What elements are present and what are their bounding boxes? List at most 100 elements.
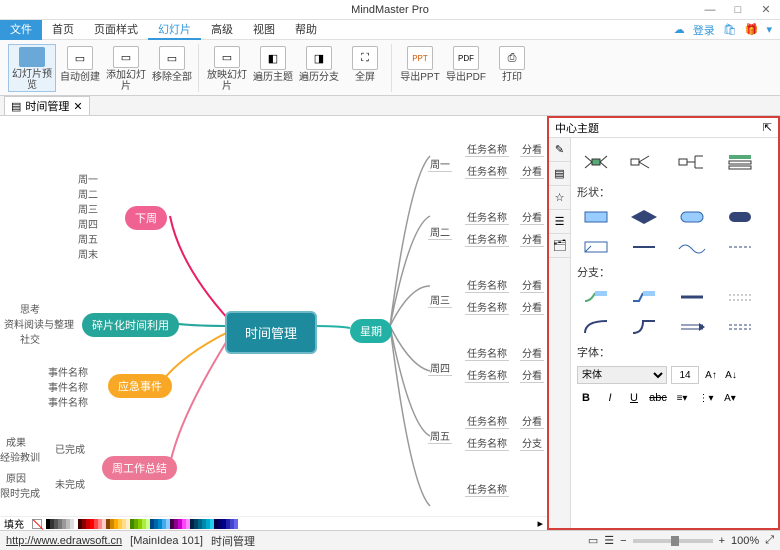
node-fragment[interactable]: 碎片化时间利用: [82, 313, 179, 337]
align-button[interactable]: ≡▾: [673, 390, 691, 406]
swatch[interactable]: [234, 519, 238, 529]
leaf-done-item[interactable]: 经验教训: [0, 449, 40, 464]
cat-node[interactable]: 分看: [520, 209, 544, 225]
maximize-button[interactable]: □: [724, 0, 752, 20]
palette-more-icon[interactable]: ▸: [533, 517, 547, 530]
leaf-emerg[interactable]: 事件名称: [48, 394, 88, 409]
swatch-row[interactable]: [46, 519, 533, 529]
leaf-emerg[interactable]: 事件名称: [48, 364, 88, 379]
ribbon-slide-preview[interactable]: 幻灯片预览: [8, 44, 56, 92]
center-topic[interactable]: 时间管理: [225, 311, 317, 354]
minimize-button[interactable]: —: [696, 0, 724, 20]
ribbon-print[interactable]: ⎙打印: [490, 44, 534, 92]
font-family-select[interactable]: 宋体: [577, 366, 667, 384]
zoom-slider[interactable]: [633, 539, 713, 543]
leaf-frag[interactable]: 资料阅读与整理: [4, 316, 74, 331]
menu-file[interactable]: 文件: [0, 20, 42, 40]
cat-node[interactable]: 分看: [520, 141, 544, 157]
sidetab-style[interactable]: ✎: [549, 138, 570, 162]
view-outline-icon[interactable]: ☰: [604, 534, 614, 547]
italic-button[interactable]: I: [601, 390, 619, 406]
cat-node[interactable]: 分看: [520, 231, 544, 247]
menu-more-icon[interactable]: ▾: [766, 23, 772, 36]
week-day[interactable]: 周四: [428, 360, 452, 376]
cat-node[interactable]: 分看: [520, 163, 544, 179]
cat-node[interactable]: 分看: [520, 413, 544, 429]
branch-elbow[interactable]: [625, 316, 663, 338]
task-node[interactable]: 任务名称: [465, 481, 509, 497]
leaf-undone-item[interactable]: 限时完成: [0, 485, 40, 500]
week-day[interactable]: 周一: [428, 156, 452, 172]
leaf-day[interactable]: 周末: [78, 246, 98, 261]
fontcolor-button[interactable]: A▾: [721, 390, 739, 406]
branch-dots[interactable]: [721, 286, 759, 308]
branch-curve[interactable]: [577, 286, 615, 308]
branch-thick[interactable]: [673, 286, 711, 308]
bold-button[interactable]: B: [577, 390, 595, 406]
menu-view[interactable]: 视图: [243, 20, 285, 40]
font-size-input[interactable]: [671, 366, 699, 384]
layout-list[interactable]: [721, 150, 759, 174]
leaf-frag[interactable]: 思考: [20, 301, 40, 316]
cat-node[interactable]: 分看: [520, 367, 544, 383]
leaf-day[interactable]: 周五: [78, 231, 98, 246]
cat-node[interactable]: 分支: [520, 435, 544, 451]
node-week[interactable]: 星期: [350, 319, 392, 343]
shape-line[interactable]: [625, 236, 663, 258]
week-day[interactable]: 周二: [428, 224, 452, 240]
menu-slideshow[interactable]: 幻灯片: [148, 20, 201, 40]
bullets-button[interactable]: ⋮▾: [697, 390, 715, 406]
doc-close-icon[interactable]: ✕: [73, 100, 82, 113]
leaf-frag[interactable]: 社交: [20, 331, 40, 346]
cat-node[interactable]: 分看: [520, 277, 544, 293]
leaf-undone-item[interactable]: 原因: [6, 470, 26, 485]
layout-radial[interactable]: [577, 150, 615, 174]
leaf-done[interactable]: 已完成: [55, 441, 85, 456]
menu-pagestyle[interactable]: 页面样式: [84, 20, 148, 40]
leaf-undone[interactable]: 未完成: [55, 476, 85, 491]
ribbon-addslide[interactable]: ▭添加幻灯片: [104, 44, 148, 92]
branch-double[interactable]: [673, 316, 711, 338]
cat-node[interactable]: 分看: [520, 299, 544, 315]
zoom-out[interactable]: −: [620, 535, 626, 547]
gift-icon[interactable]: 🎁: [745, 23, 759, 36]
menu-advanced[interactable]: 高级: [201, 20, 243, 40]
shape-capsule[interactable]: [721, 206, 759, 228]
branch-angle[interactable]: [625, 286, 663, 308]
ribbon-removeall[interactable]: ▭移除全部: [150, 44, 194, 92]
document-tab[interactable]: ▤ 时间管理 ✕: [4, 96, 90, 115]
fit-icon[interactable]: ⤢: [765, 534, 774, 547]
ribbon-export-pdf[interactable]: PDF导出PDF: [444, 44, 488, 92]
layout-tree[interactable]: [673, 150, 711, 174]
task-node[interactable]: 任务名称: [465, 209, 509, 225]
menu-home[interactable]: 首页: [42, 20, 84, 40]
menu-help[interactable]: 帮助: [285, 20, 327, 40]
shape-round[interactable]: [673, 206, 711, 228]
task-node[interactable]: 任务名称: [465, 163, 509, 179]
strike-button[interactable]: abc: [649, 390, 667, 406]
task-node[interactable]: 任务名称: [465, 231, 509, 247]
shape-diamond[interactable]: [625, 206, 663, 228]
ribbon-play[interactable]: ▭放映幻灯片: [205, 44, 249, 92]
week-day[interactable]: 周五: [428, 428, 452, 444]
node-nextweek[interactable]: 下周: [125, 206, 167, 230]
login-link[interactable]: 登录: [693, 22, 715, 38]
canvas[interactable]: 时间管理 星期 下周 碎片化时间利用 应急事件 周工作总结 周一 周二 周三 周…: [0, 116, 547, 530]
ribbon-export-ppt[interactable]: PPT导出PPT: [398, 44, 442, 92]
font-shrink[interactable]: A↓: [723, 367, 739, 383]
node-emergency[interactable]: 应急事件: [108, 374, 172, 398]
sidetab-icon[interactable]: ☰: [549, 210, 570, 234]
view-page-icon[interactable]: ▭: [588, 534, 598, 547]
branch-arc[interactable]: [577, 316, 615, 338]
shape-rect[interactable]: [577, 206, 615, 228]
task-node[interactable]: 任务名称: [465, 345, 509, 361]
shape-dash[interactable]: [721, 236, 759, 258]
ribbon-fullscreen[interactable]: ⛶全屏: [343, 44, 387, 92]
task-node[interactable]: 任务名称: [465, 413, 509, 429]
branch-dashdbl[interactable]: [721, 316, 759, 338]
leaf-day[interactable]: 周一: [78, 171, 98, 186]
status-url[interactable]: http://www.edrawsoft.cn: [6, 535, 122, 547]
node-summary[interactable]: 周工作总结: [102, 456, 177, 480]
task-node[interactable]: 任务名称: [465, 435, 509, 451]
layout-right[interactable]: [625, 150, 663, 174]
